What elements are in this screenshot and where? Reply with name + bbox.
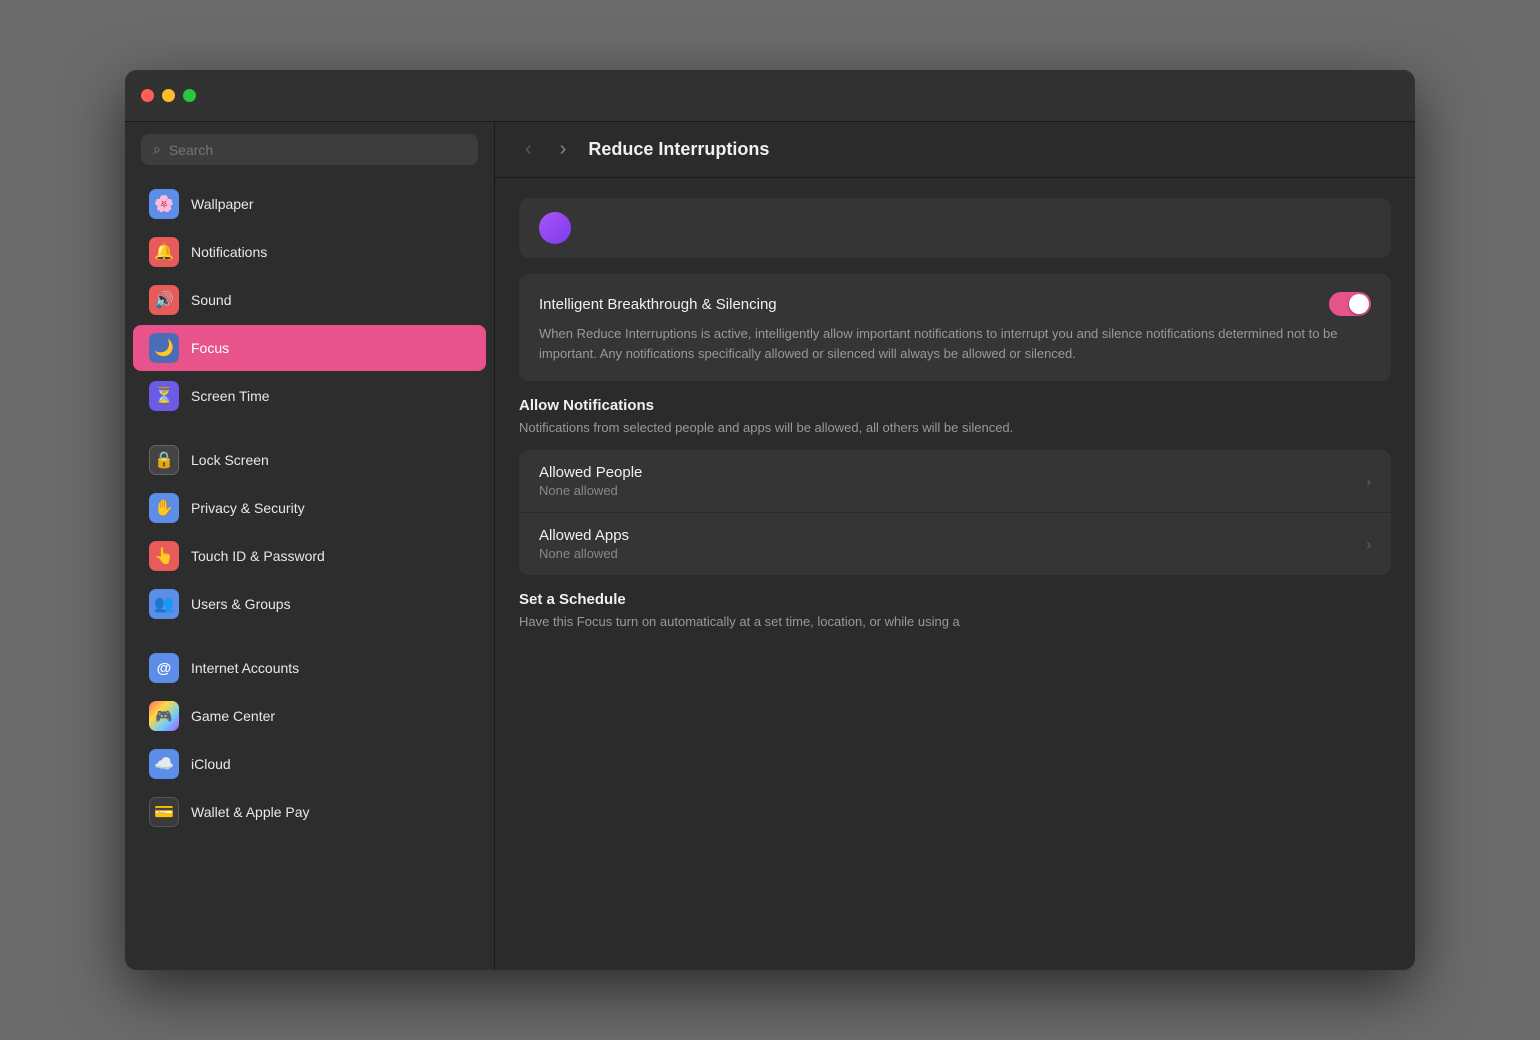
sidebar-item-privacy-security[interactable]: ✋ Privacy & Security	[133, 485, 486, 531]
intelligent-breakthrough-card: Intelligent Breakthrough & Silencing Whe…	[519, 274, 1391, 381]
sidebar: ⌕ 🌸 Wallpaper 🔔 Notifications 🔊 Sound 🌙 …	[125, 122, 495, 970]
card-top-row: Intelligent Breakthrough & Silencing	[539, 292, 1371, 316]
search-icon: ⌕	[153, 141, 161, 158]
allowed-apps-subtitle: None allowed	[539, 546, 629, 561]
icloud-icon: ☁️	[149, 749, 179, 779]
allowed-people-left: Allowed People None allowed	[539, 464, 642, 498]
search-input[interactable]	[169, 142, 466, 158]
toggle-knob	[1349, 294, 1369, 314]
sidebar-item-wallpaper[interactable]: 🌸 Wallpaper	[133, 181, 486, 227]
allowed-people-row[interactable]: Allowed People None allowed ›	[519, 450, 1391, 513]
wallpaper-icon: 🌸	[149, 189, 179, 219]
game-center-icon: 🎮	[149, 701, 179, 731]
maximize-button[interactable]	[183, 89, 196, 102]
screen-time-icon: ⏳	[149, 381, 179, 411]
divider-1	[125, 421, 494, 437]
sidebar-label-wallpaper: Wallpaper	[191, 196, 254, 212]
allowed-people-subtitle: None allowed	[539, 483, 642, 498]
allowed-apps-row[interactable]: Allowed Apps None allowed ›	[519, 513, 1391, 575]
purple-indicator	[539, 212, 571, 244]
sidebar-item-icloud[interactable]: ☁️ iCloud	[133, 741, 486, 787]
sidebar-label-screen-time: Screen Time	[191, 388, 270, 404]
sidebar-label-icloud: iCloud	[191, 756, 231, 772]
wallet-icon: 💳	[149, 797, 179, 827]
sidebar-label-users-groups: Users & Groups	[191, 596, 291, 612]
main-layout: ⌕ 🌸 Wallpaper 🔔 Notifications 🔊 Sound 🌙 …	[125, 122, 1415, 970]
users-groups-icon: 👥	[149, 589, 179, 619]
sidebar-label-sound: Sound	[191, 292, 231, 308]
sidebar-label-touch-id: Touch ID & Password	[191, 548, 325, 564]
sidebar-item-screen-time[interactable]: ⏳ Screen Time	[133, 373, 486, 419]
intelligent-toggle[interactable]	[1329, 292, 1371, 316]
sidebar-item-game-center[interactable]: 🎮 Game Center	[133, 693, 486, 739]
allowed-list-card: Allowed People None allowed › Allowed Ap…	[519, 450, 1391, 575]
sidebar-item-notifications[interactable]: 🔔 Notifications	[133, 229, 486, 275]
sound-icon: 🔊	[149, 285, 179, 315]
allowed-people-title: Allowed People	[539, 464, 642, 481]
sidebar-label-lock-screen: Lock Screen	[191, 452, 269, 468]
sidebar-label-wallet: Wallet & Apple Pay	[191, 804, 310, 820]
divider-2	[125, 629, 494, 645]
content-header: ‹ › Reduce Interruptions	[495, 122, 1415, 178]
system-settings-window: ⌕ 🌸 Wallpaper 🔔 Notifications 🔊 Sound 🌙 …	[125, 70, 1415, 970]
back-button[interactable]: ‹	[519, 136, 538, 163]
intelligent-title: Intelligent Breakthrough & Silencing	[539, 296, 777, 313]
sidebar-item-touch-id[interactable]: 👆 Touch ID & Password	[133, 533, 486, 579]
search-container: ⌕	[141, 134, 478, 165]
partial-top-card	[519, 198, 1391, 258]
title-bar	[125, 70, 1415, 122]
sidebar-item-lock-screen[interactable]: 🔒 Lock Screen	[133, 437, 486, 483]
forward-button[interactable]: ›	[554, 136, 573, 163]
schedule-desc: Have this Focus turn on automatically at…	[519, 612, 1391, 632]
allow-notifications-header: Allow Notifications Notifications from s…	[519, 397, 1391, 438]
sidebar-label-game-center: Game Center	[191, 708, 275, 724]
content-area: ‹ › Reduce Interruptions Intelligent Bre…	[495, 122, 1415, 970]
allowed-apps-title: Allowed Apps	[539, 527, 629, 544]
schedule-header: Set a Schedule Have this Focus turn on a…	[519, 591, 1391, 632]
sidebar-label-focus: Focus	[191, 340, 229, 356]
touch-id-icon: 👆	[149, 541, 179, 571]
content-title: Reduce Interruptions	[588, 139, 769, 160]
allow-notifications-title: Allow Notifications	[519, 397, 1391, 414]
notifications-icon: 🔔	[149, 237, 179, 267]
allowed-apps-left: Allowed Apps None allowed	[539, 527, 629, 561]
sidebar-label-notifications: Notifications	[191, 244, 267, 260]
sidebar-item-sound[interactable]: 🔊 Sound	[133, 277, 486, 323]
sidebar-item-internet-accounts[interactable]: @ Internet Accounts	[133, 645, 486, 691]
allowed-people-chevron: ›	[1366, 473, 1371, 489]
sidebar-label-privacy-security: Privacy & Security	[191, 500, 305, 516]
search-box[interactable]: ⌕	[141, 134, 478, 165]
intelligent-description: When Reduce Interruptions is active, int…	[539, 324, 1371, 363]
sidebar-item-users-groups[interactable]: 👥 Users & Groups	[133, 581, 486, 627]
traffic-lights	[141, 89, 196, 102]
minimize-button[interactable]	[162, 89, 175, 102]
close-button[interactable]	[141, 89, 154, 102]
content-body: Intelligent Breakthrough & Silencing Whe…	[495, 178, 1415, 970]
lock-screen-icon: 🔒	[149, 445, 179, 475]
sidebar-item-wallet-apple-pay[interactable]: 💳 Wallet & Apple Pay	[133, 789, 486, 835]
sidebar-item-focus[interactable]: 🌙 Focus	[133, 325, 486, 371]
focus-icon: 🌙	[149, 333, 179, 363]
schedule-title: Set a Schedule	[519, 591, 1391, 608]
internet-accounts-icon: @	[149, 653, 179, 683]
privacy-security-icon: ✋	[149, 493, 179, 523]
allowed-apps-chevron: ›	[1366, 536, 1371, 552]
allow-notifications-desc: Notifications from selected people and a…	[519, 418, 1391, 438]
sidebar-label-internet-accounts: Internet Accounts	[191, 660, 299, 676]
